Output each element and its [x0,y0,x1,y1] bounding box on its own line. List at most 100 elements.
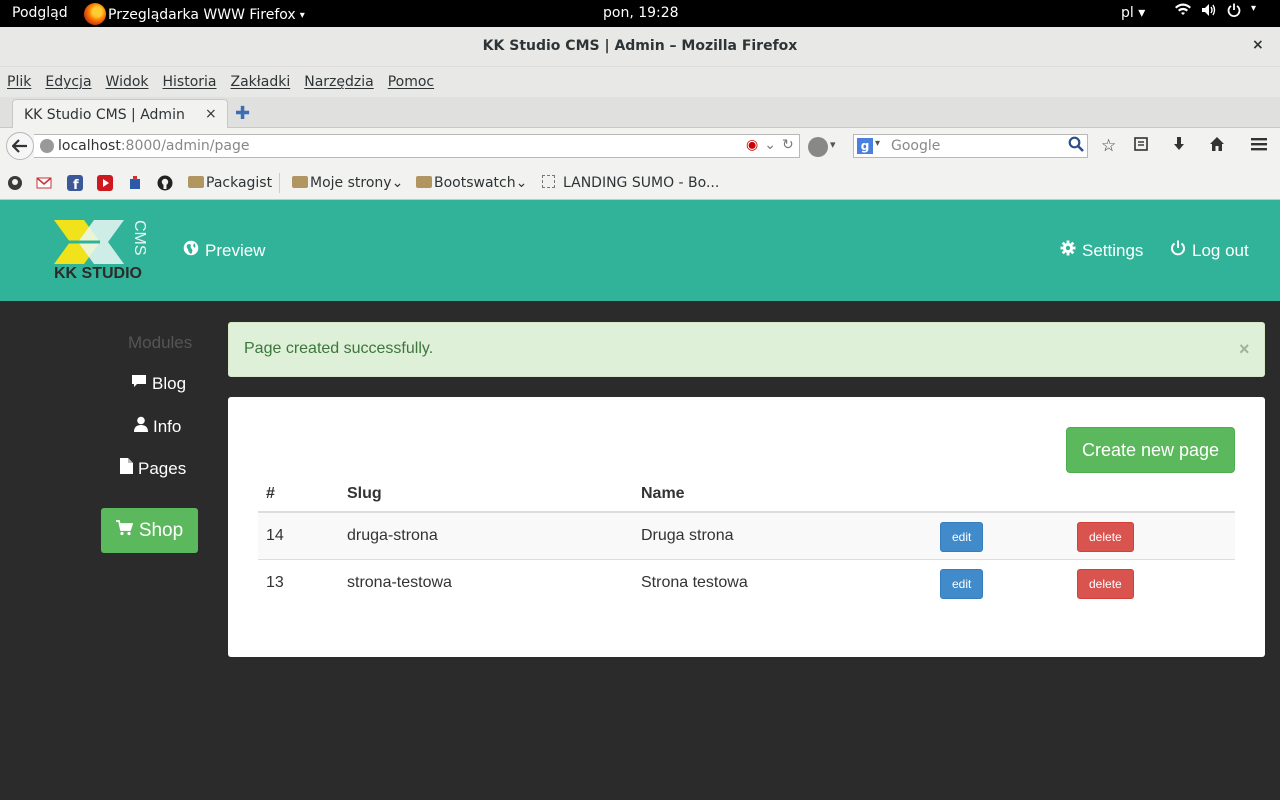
bookmark-folder-moje-strony[interactable]: Moje strony⌄ [292,175,403,191]
url-text[interactable]: localhost:8000/admin/page [58,138,249,154]
menu-file[interactable]: Plik [7,67,31,97]
table-header-row: # Slug Name [258,477,1235,513]
google-icon[interactable]: g [857,138,873,154]
url-bar[interactable]: localhost:8000/admin/page ◉ ⌄ ↻ [34,134,800,158]
column-header-name: Name [633,477,932,513]
window-close-icon[interactable]: × [1252,37,1264,53]
search-input[interactable]: Google [891,138,940,154]
search-bar[interactable]: g ▾ Google [853,134,1088,158]
alert-close-icon[interactable]: × [1239,339,1250,360]
cell-slug: strona-testowa [347,573,452,591]
sidebar-item-pages[interactable]: Pages [120,458,186,479]
brand-logo[interactable]: CMS KK STUDIO [54,220,154,284]
table-row: 14 druga-strona Druga strona edit delete [258,512,1235,560]
bookmark-star-icon[interactable]: ☆ [1101,136,1116,156]
tab-active[interactable]: KK Studio CMS | Admin × [12,99,228,129]
hamburger-menu-icon[interactable] [1250,136,1268,157]
system-menu-caret-icon: ▾ [1251,3,1257,14]
clock[interactable]: pon, 19:28 [603,5,679,21]
gmail-icon[interactable] [36,175,52,191]
edit-button[interactable]: edit [940,522,984,553]
column-header-edit [932,477,1069,513]
logout-link[interactable]: Log out [1170,240,1249,261]
sidebar-title: Modules [128,333,193,352]
edit-button[interactable]: edit [940,569,984,600]
cell-edit: edit [932,559,1069,606]
brand-name: KK STUDIO [54,265,142,282]
menu-history[interactable]: Historia [163,67,217,97]
menu-view[interactable]: Widok [106,67,149,97]
reload-icon[interactable]: ↻ [782,137,794,153]
language-indicator[interactable]: pl ▾ [1121,5,1145,21]
comment-icon [131,374,147,394]
create-new-page-button[interactable]: Create new page [1066,427,1235,473]
github-icon[interactable] [157,175,173,191]
back-button[interactable] [6,132,34,160]
bookmark-packagist[interactable]: Packagist [188,175,272,191]
sidebar-item-blog[interactable]: Blog [131,374,186,394]
success-alert: Page created successfully. × [228,322,1265,377]
logo-mark-icon [54,220,124,264]
chevron-down-icon: ⌄ [515,175,528,191]
home-icon[interactable] [1209,136,1225,157]
url-path: :8000/admin/page [120,138,250,154]
column-header-slug: Slug [339,477,633,513]
search-engine-dropdown-icon[interactable]: ▾ [875,138,880,149]
logout-label: Log out [1192,240,1249,260]
folder-icon [292,176,308,188]
sidebar-item-label: Info [153,416,182,436]
table-row: 13 strona-testowa Strona testowa edit de… [258,559,1235,606]
sidebar-item-info[interactable]: Info [134,416,181,437]
tab-label: KK Studio CMS | Admin [24,107,185,123]
addon-dropdown-icon[interactable]: ▾ [830,138,836,151]
alert-message: Page created successfully. [244,340,434,357]
menu-help[interactable]: Pomoc [388,67,434,97]
app-menu[interactable]: Przeglądarka WWW Firefox ▾ [84,3,305,25]
bookmark-landing[interactable]: LANDING SUMO - Bo... [542,175,719,191]
youtube-icon[interactable] [97,175,113,191]
gimp-icon[interactable] [7,175,23,191]
folder-icon [416,176,432,188]
bookmarks-toolbar: f Packagist Moje strony⌄ Bootswatch⌄ LAN… [0,165,1280,200]
shop-button[interactable]: Shop [101,508,198,553]
search-engine-addon-icon[interactable] [808,137,828,157]
delete-button[interactable]: delete [1077,522,1134,553]
activities-button[interactable]: Podgląd [12,5,68,21]
facebook-icon[interactable]: f [67,175,83,193]
addon-icon[interactable]: ◉ [746,137,758,153]
window-titlebar: KK Studio CMS | Admin – Mozilla Firefox … [0,27,1280,67]
cell-id: 13 [266,573,284,591]
downloads-icon[interactable] [1171,136,1187,157]
bookmark-folder-bootswatch-label: Bootswatch [434,175,516,191]
packagist-icon [188,176,204,188]
menu-tools[interactable]: Narzędzia [304,67,373,97]
new-tab-icon[interactable]: ✚ [235,103,250,124]
url-history-dropdown-icon[interactable]: ⌄ [764,137,776,153]
preview-link[interactable]: Preview [183,240,265,261]
bookmark-packagist-label: Packagist [206,175,273,191]
cell-name: Druga strona [633,512,932,560]
bookmark-folder-bootswatch[interactable]: Bootswatch⌄ [416,175,527,191]
pages-table: # Slug Name 14 druga-strona Druga strona… [258,477,1235,606]
url-bar-actions: ◉ ⌄ ↻ [746,137,794,153]
sidebar-item-label: Pages [138,458,187,478]
delete-button[interactable]: delete [1077,569,1134,600]
app-header: CMS KK STUDIO Preview Settings Log out [0,200,1280,301]
reading-list-icon[interactable] [1133,136,1149,157]
system-status-area[interactable]: ▾ [1175,3,1256,21]
column-header-delete [1069,477,1235,513]
bookmark-folder-moje-strony-label: Moje strony [310,175,392,191]
brand-cms: CMS [131,220,148,256]
cell-slug: druga-strona [339,512,633,560]
power-icon [1227,3,1241,21]
menu-bookmarks[interactable]: Zakładki [231,67,291,97]
bank-icon[interactable] [127,175,143,191]
user-icon [134,416,148,437]
gear-icon [1060,240,1076,261]
tab-close-icon[interactable]: × [205,106,217,122]
settings-link[interactable]: Settings [1060,240,1143,261]
site-identity-icon[interactable] [40,139,54,153]
back-arrow-icon [11,139,27,153]
search-icon[interactable] [1068,136,1084,156]
menu-edit[interactable]: Edycja [45,67,91,97]
